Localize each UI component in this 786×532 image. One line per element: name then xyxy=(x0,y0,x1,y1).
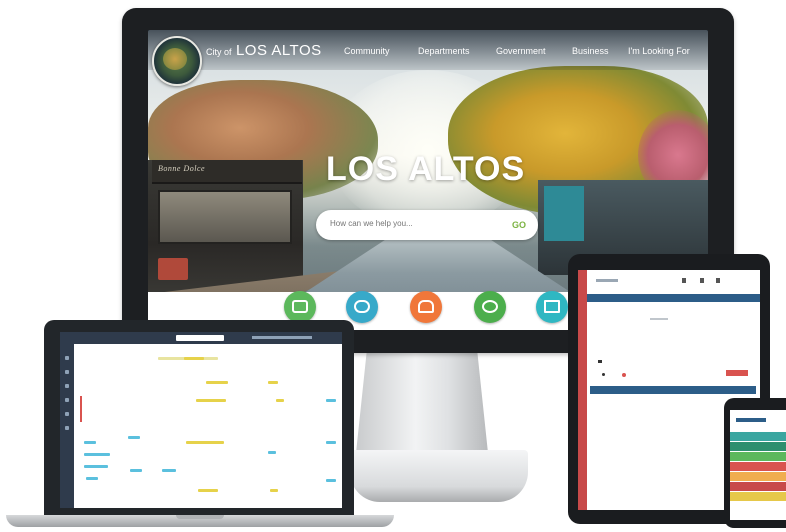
bike-icon[interactable] xyxy=(474,291,506,323)
calendar-event[interactable] xyxy=(184,357,204,360)
nav-business[interactable]: Business xyxy=(572,46,609,56)
alert-dot xyxy=(622,373,626,377)
calendar-event[interactable] xyxy=(186,441,224,444)
storefront-teal xyxy=(544,186,584,241)
laptop-search-input[interactable] xyxy=(176,335,224,341)
calendar-event[interactable] xyxy=(270,489,278,492)
sidebar-icon[interactable] xyxy=(65,426,69,430)
phone-app-title xyxy=(736,418,766,422)
phone-menu-item[interactable] xyxy=(730,432,786,441)
search-go-button[interactable]: GO xyxy=(508,216,530,234)
seal-emblem-icon xyxy=(163,48,187,70)
toolbar-icon[interactable] xyxy=(716,278,720,283)
storefront-window xyxy=(158,190,292,244)
calendar-event[interactable] xyxy=(128,436,140,439)
nav-government[interactable]: Government xyxy=(496,46,546,56)
site-title-name: LOS ALTOS xyxy=(235,42,322,59)
sidebar-icon[interactable] xyxy=(65,398,69,402)
toolbar-icon[interactable] xyxy=(700,278,704,283)
phone-menu-item[interactable] xyxy=(730,442,786,451)
placeholder-text xyxy=(650,318,668,320)
sidebar-icon[interactable] xyxy=(65,412,69,416)
phone-menu-item[interactable] xyxy=(730,492,786,501)
planter xyxy=(158,258,188,280)
calendar-event[interactable] xyxy=(326,441,336,444)
calendar-event[interactable] xyxy=(84,465,108,468)
calendar-event[interactable] xyxy=(196,399,226,402)
nav-looking-for[interactable]: I'm Looking For xyxy=(628,46,690,56)
calendar-event[interactable] xyxy=(84,441,96,444)
tablet-section-header xyxy=(590,386,756,394)
phone-menu-item[interactable] xyxy=(730,452,786,461)
calendar-event[interactable] xyxy=(162,469,176,472)
tablet-app-sidebar xyxy=(578,270,587,510)
sidebar-icon[interactable] xyxy=(65,356,69,360)
calendar-event[interactable] xyxy=(268,451,276,454)
calendar-icon[interactable] xyxy=(284,291,316,323)
status-dot xyxy=(602,373,605,376)
tablet-action-button[interactable] xyxy=(726,370,748,376)
building-icon[interactable] xyxy=(536,291,568,323)
sidebar-icon[interactable] xyxy=(65,370,69,374)
phone-menu-item[interactable] xyxy=(730,472,786,481)
site-title[interactable]: City of LOS ALTOS xyxy=(206,42,322,60)
nav-community[interactable]: Community xyxy=(344,46,390,56)
search-input[interactable] xyxy=(330,219,490,228)
phone-menu-item[interactable] xyxy=(730,482,786,491)
calendar-event[interactable] xyxy=(84,453,110,456)
calendar-event[interactable] xyxy=(130,469,142,472)
bell-icon[interactable] xyxy=(410,291,442,323)
storefront-sign: Bonne Dolce xyxy=(158,164,206,173)
hero-title: LOS ALTOS xyxy=(326,150,526,188)
calendar-event[interactable] xyxy=(276,399,284,402)
calendar-event[interactable] xyxy=(86,477,98,480)
tablet-app-title xyxy=(596,279,618,282)
monitor-stand xyxy=(356,353,488,453)
tablet-panel-header xyxy=(587,294,760,302)
calendar-event[interactable] xyxy=(326,479,336,482)
monitor-base xyxy=(350,450,528,502)
today-marker xyxy=(80,396,82,422)
laptop-toolbar xyxy=(252,336,312,339)
laptop-notch xyxy=(176,515,224,519)
nav-departments[interactable]: Departments xyxy=(418,46,470,56)
phone-menu-item[interactable] xyxy=(730,462,786,471)
calendar-event[interactable] xyxy=(268,381,278,384)
toolbar-icon[interactable] xyxy=(682,278,686,283)
calendar-event[interactable] xyxy=(198,489,218,492)
chat-icon[interactable] xyxy=(346,291,378,323)
sidebar-icon[interactable] xyxy=(65,384,69,388)
calendar-event[interactable] xyxy=(206,381,228,384)
site-title-prefix: City of xyxy=(206,47,232,57)
calendar-event[interactable] xyxy=(326,399,336,402)
status-indicator xyxy=(598,360,602,363)
